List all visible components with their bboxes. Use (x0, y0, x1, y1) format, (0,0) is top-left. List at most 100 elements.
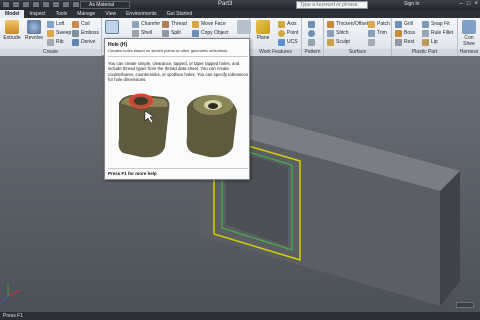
z-axis-line (1, 295, 9, 303)
surface-more-icon (368, 38, 375, 46)
point-button[interactable]: Point (278, 29, 298, 37)
rule-fillet-button[interactable]: Rule Fillet (422, 29, 453, 37)
tab-manage[interactable]: Manage (72, 10, 100, 18)
split-button[interactable]: Split (162, 29, 181, 37)
finished-hole-bore (208, 103, 218, 109)
save-icon[interactable] (22, 1, 30, 8)
move-face-button[interactable]: Move Face (192, 20, 226, 28)
redo-icon[interactable] (42, 1, 50, 8)
create-panel: Extrude Revolve Loft Sweep Rib Coil Embo… (0, 18, 102, 56)
shell-button[interactable]: Shell (132, 29, 152, 37)
harness-panel: Con Shee Harness (458, 18, 480, 56)
pattern-panel: Pattern (302, 18, 324, 56)
sign-in-link[interactable]: Sign In (404, 1, 420, 7)
stitch-icon (327, 29, 334, 37)
sculpt-label: Sculpt (336, 39, 350, 45)
emboss-button[interactable]: Emboss (72, 29, 99, 37)
emboss-icon (72, 29, 79, 37)
open-file-icon[interactable] (12, 1, 20, 8)
grill-button[interactable]: Grill (395, 20, 413, 28)
thread-icon (162, 20, 169, 28)
point-label: Point (287, 30, 299, 36)
surface-panel-title: Surface (324, 49, 391, 56)
harness-button[interactable]: Con Shee (459, 20, 479, 47)
rest-button[interactable]: Rest (395, 38, 414, 46)
thicken-offset-label: Thicken/Offset (336, 21, 369, 27)
coil-label: Coil (81, 21, 90, 27)
undo-icon[interactable] (32, 1, 40, 8)
harness-label-2: Shee (463, 41, 475, 47)
thread-button[interactable]: Thread (162, 20, 187, 28)
derive-button[interactable]: Derive (72, 38, 95, 46)
plane-button[interactable]: Plane (253, 20, 273, 41)
revolve-button[interactable]: Revolve (24, 20, 44, 41)
rectangular-pattern-button[interactable] (308, 20, 315, 28)
patch-button[interactable]: Patch (368, 20, 390, 28)
sweep-label: Sweep (56, 30, 72, 36)
coil-button[interactable]: Coil (72, 20, 90, 28)
hole-button[interactable] (102, 20, 122, 35)
grill-icon (395, 20, 402, 28)
search-input[interactable]: Type a keyword or phrase (296, 1, 368, 9)
sculpt-icon (327, 38, 334, 46)
chamfer-label: Chamfer (141, 21, 161, 27)
thicken-offset-button[interactable]: Thicken/Offset (327, 20, 368, 28)
tab-model[interactable]: Model (0, 10, 25, 18)
loft-button[interactable]: Loft (47, 20, 64, 28)
ucs-button[interactable]: UCS (278, 38, 298, 46)
revolve-label: Revolve (24, 35, 44, 41)
circular-pattern-button[interactable] (308, 29, 315, 37)
delete-face-icon (237, 20, 251, 34)
trim-button[interactable]: Trim (368, 29, 387, 37)
stitch-label: Stitch (336, 30, 349, 36)
view-controls-icon[interactable] (456, 302, 474, 308)
rib-label: Rib (56, 39, 64, 45)
split-label: Split (171, 30, 181, 36)
material-dropdown[interactable]: As Material (80, 1, 130, 9)
select-icon[interactable] (72, 1, 80, 8)
create-panel-title: Create (0, 49, 101, 56)
tooltip-footer-divider (108, 168, 248, 169)
maximize-icon[interactable]: □ (467, 1, 471, 7)
axis-button[interactable]: Axis (278, 20, 296, 28)
copy-object-button[interactable]: Copy Object (192, 29, 229, 37)
new-file-icon[interactable] (2, 1, 10, 8)
surface-more-button[interactable] (368, 38, 375, 46)
tab-environments[interactable]: Environments (121, 10, 162, 18)
snap-fit-button[interactable]: Snap Fit (422, 20, 450, 28)
boss-button[interactable]: Boss (395, 29, 415, 37)
tab-tools[interactable]: Tools (51, 10, 73, 18)
chamfer-button[interactable]: Chamfer (132, 20, 160, 28)
lip-button[interactable]: Lip (422, 38, 438, 46)
tab-view[interactable]: View (100, 10, 121, 18)
tab-inspect[interactable]: Inspect (24, 10, 50, 18)
tooltip-help-hint: Press F1 for more help (108, 171, 157, 176)
material-value: As Material (89, 2, 115, 8)
boss-icon (395, 29, 402, 37)
axis-label: Axis (287, 21, 297, 27)
stitch-button[interactable]: Stitch (327, 29, 349, 37)
extrude-button[interactable]: Extrude (2, 20, 22, 41)
sweep-button[interactable]: Sweep (47, 29, 71, 37)
rib-button[interactable]: Rib (47, 38, 64, 46)
hole-preview-bore (134, 97, 148, 105)
x-axis-line (7, 289, 21, 297)
print-icon[interactable] (62, 1, 70, 8)
mirror-button[interactable] (308, 38, 315, 46)
sculpt-button[interactable]: Sculpt (327, 38, 350, 46)
document-title: Part3 (218, 1, 233, 7)
trim-icon (368, 29, 375, 37)
home-icon[interactable] (52, 1, 60, 8)
close-icon[interactable]: × (474, 1, 478, 7)
pattern-panel-title: Pattern (302, 49, 323, 56)
lip-icon (422, 38, 429, 46)
extrude-icon (5, 20, 19, 34)
minimize-icon[interactable]: – (460, 1, 463, 7)
lip-label: Lip (431, 39, 438, 45)
derive-icon (72, 38, 79, 46)
patch-icon (368, 20, 375, 28)
thicken-offset-icon (327, 20, 334, 28)
tab-get-started[interactable]: Get Started (162, 10, 198, 18)
coil-icon (72, 20, 79, 28)
work-features-panel-title: Work Features (250, 49, 301, 56)
